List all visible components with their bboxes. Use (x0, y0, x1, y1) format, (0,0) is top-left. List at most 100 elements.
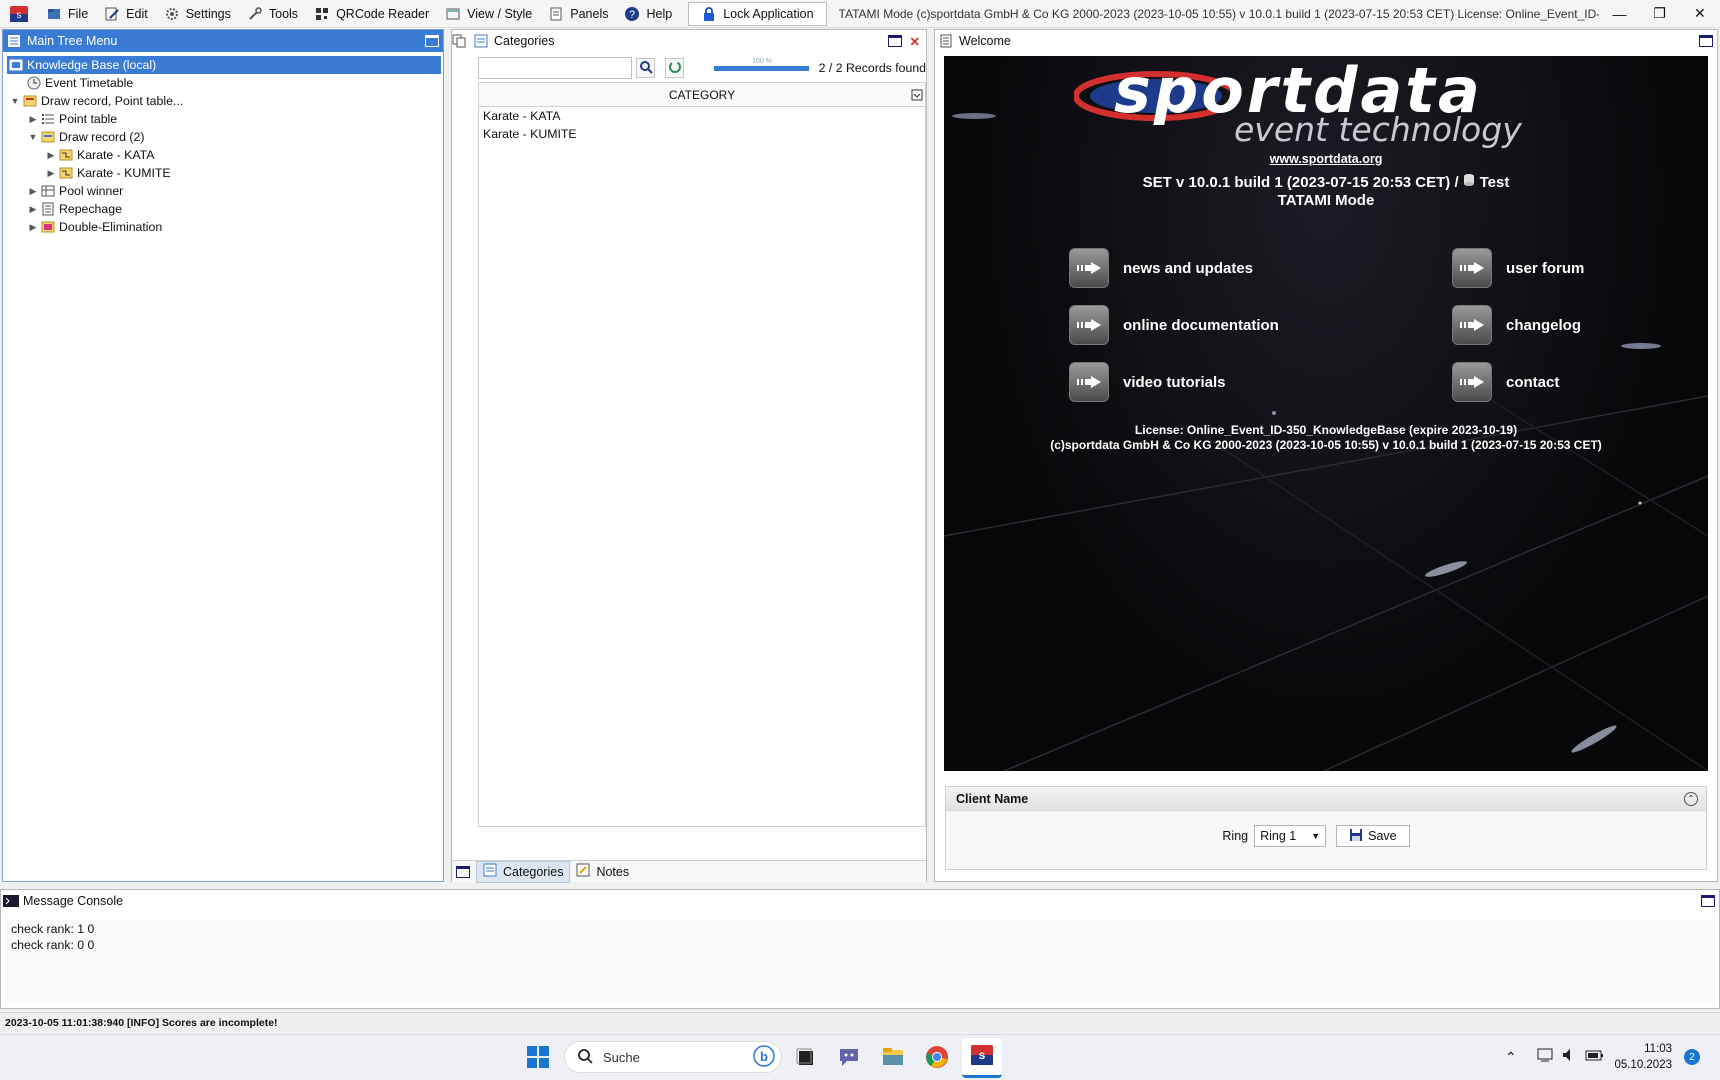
start-button[interactable] (518, 1038, 558, 1078)
main-tree-title: Main Tree Menu (27, 34, 118, 48)
category-table: CATEGORY Karate - KATA Karate - KUMITE (478, 82, 926, 827)
tree-item-knowledge-base[interactable]: Knowledge Base (local) (7, 56, 441, 74)
teams-chat-button[interactable] (829, 1038, 869, 1078)
column-chooser-icon[interactable] (911, 89, 923, 104)
tree-item-double-elimination[interactable]: ▶ Double-Elimination (7, 218, 441, 236)
svg-text:s: s (979, 1048, 986, 1062)
tree-item-draw-record[interactable]: ▼ Draw record (2) (7, 128, 441, 146)
tree-item-karate-kata[interactable]: ▶ Karate - KATA (7, 146, 441, 164)
svg-text:?: ? (629, 9, 635, 21)
close-window-button[interactable]: ✕ (1680, 0, 1720, 28)
menu-view-style[interactable]: View / Style (437, 0, 540, 28)
link-online-documentation[interactable]: online documentation (1069, 305, 1279, 345)
expand-arrow-icon[interactable]: ▶ (43, 168, 59, 179)
maximize-panel-button[interactable] (1699, 35, 1713, 47)
menu-file[interactable]: File (38, 0, 96, 28)
lock-application-button[interactable]: Lock Application (688, 1, 827, 26)
menu-qrcode-reader[interactable]: QRCode Reader (306, 0, 437, 28)
tab-categories[interactable]: Categories (476, 860, 571, 883)
menu-settings[interactable]: Settings (156, 0, 239, 28)
show-hidden-icons-button[interactable]: ⌃ (1505, 1049, 1517, 1066)
tree-item-pool-winner[interactable]: ▶ Pool winner (7, 182, 441, 200)
copy-icon[interactable] (452, 34, 466, 48)
expand-arrow-icon[interactable]: ▶ (25, 186, 41, 197)
tree-item-label: Event Timetable (45, 76, 134, 90)
categories-toolbar: 100 % 2 / 2 Records found (478, 54, 926, 82)
task-view-button[interactable] (785, 1038, 825, 1078)
link-contact[interactable]: contact (1452, 362, 1559, 402)
tree-item-draw-record-point-table[interactable]: ▼ Draw record, Point table... (7, 92, 441, 110)
bracket-icon (59, 148, 73, 162)
close-panel-icon[interactable]: ✕ (910, 34, 920, 49)
link-changelog[interactable]: changelog (1452, 305, 1581, 345)
menu-tools[interactable]: Tools (239, 0, 306, 28)
expand-arrow-icon[interactable]: ▶ (25, 222, 41, 233)
clock[interactable]: 11:03 05.10.2023 (1612, 1041, 1672, 1073)
arrow-right-icon (1069, 362, 1109, 402)
expand-arrow-icon[interactable]: ▶ (43, 150, 59, 161)
menu-edit[interactable]: Edit (96, 0, 156, 28)
tab-categories-label: Categories (503, 864, 564, 879)
chrome-button[interactable] (917, 1038, 957, 1078)
tree-item-karate-kumite[interactable]: ▶ Karate - KUMITE (7, 164, 441, 182)
maximize-tab-button[interactable] (456, 865, 470, 878)
tree-item-event-timetable[interactable]: Event Timetable (7, 74, 441, 92)
console-output[interactable]: check rank: 1 0 check rank: 0 0 (7, 920, 1715, 1005)
tree-item-label: Draw record (2) (59, 130, 145, 144)
document-icon (939, 34, 953, 48)
battery-icon[interactable] (1585, 1047, 1605, 1066)
category-search-input[interactable] (478, 57, 632, 79)
save-button[interactable]: Save (1336, 825, 1410, 847)
ring-select[interactable]: Ring 1 ▼ (1254, 825, 1327, 847)
collapse-arrow-icon[interactable]: ▼ (25, 132, 41, 142)
arrow-right-icon (1069, 305, 1109, 345)
maximize-panel-button[interactable] (1701, 895, 1715, 907)
maximize-panel-button[interactable] (425, 35, 439, 47)
taskbar-search-box[interactable]: Suche b (564, 1041, 782, 1073)
maximize-button[interactable]: ❐ (1640, 0, 1680, 28)
collapse-up-icon[interactable]: ⌃ (1684, 791, 1698, 806)
sportdata-url-link[interactable]: www.sportdata.org (944, 152, 1708, 166)
main-tree-header: Main Tree Menu (3, 30, 443, 52)
collapse-arrow-icon[interactable]: ▼ (7, 96, 23, 106)
table-row[interactable]: Karate - KATA (479, 107, 925, 125)
search-icon (639, 60, 653, 77)
link-user-forum[interactable]: user forum (1452, 248, 1584, 288)
minimize-button[interactable]: — (1599, 0, 1639, 28)
window-title: TATAMI Mode (c)sportdata GmbH & Co KG 20… (838, 6, 1600, 21)
chrome-icon (925, 1045, 949, 1072)
clock-icon (27, 76, 41, 90)
link-news-and-updates[interactable]: news and updates (1069, 248, 1253, 288)
tatami-mode-label: TATAMI Mode (1277, 192, 1375, 209)
message-console-header: Message Console (1, 890, 1719, 912)
expand-arrow-icon[interactable]: ▶ (25, 114, 41, 125)
category-column-header[interactable]: CATEGORY (479, 83, 925, 107)
file-explorer-button[interactable] (873, 1038, 913, 1078)
network-icon[interactable] (1537, 1047, 1555, 1066)
menu-panels[interactable]: Panels (540, 0, 616, 28)
tree-item-label: Draw record, Point table... (41, 94, 184, 108)
tree-icon (7, 34, 21, 48)
maximize-panel-button[interactable] (887, 35, 902, 47)
notification-badge[interactable]: 2 (1684, 1049, 1700, 1065)
tab-notes[interactable]: Notes (570, 861, 635, 883)
task-view-icon (794, 1046, 816, 1071)
search-button[interactable] (636, 58, 656, 78)
welcome-panel: Welcome sportdata event technology www.s… (934, 29, 1718, 882)
volume-icon[interactable] (1561, 1047, 1577, 1066)
tree-item-repechage[interactable]: ▶ Repechage (7, 200, 441, 218)
link-video-tutorials[interactable]: video tutorials (1069, 362, 1226, 402)
categories-icon (483, 863, 497, 880)
tree-item-label: Karate - KUMITE (77, 166, 171, 180)
sportdata-taskbar-button[interactable]: s (962, 1038, 1002, 1078)
menu-help[interactable]: ? Help (616, 0, 680, 28)
refresh-button[interactable] (665, 58, 685, 78)
tree-item-point-table[interactable]: ▶ Point table (7, 110, 441, 128)
database-icon (1462, 174, 1476, 190)
lock-icon (701, 6, 717, 22)
categories-tabbar: Categories Notes (452, 860, 926, 883)
arrow-right-icon (1452, 362, 1492, 402)
table-row[interactable]: Karate - KUMITE (479, 125, 925, 143)
expand-arrow-icon[interactable]: ▶ (25, 204, 41, 215)
link-user-forum-label: user forum (1506, 259, 1585, 277)
